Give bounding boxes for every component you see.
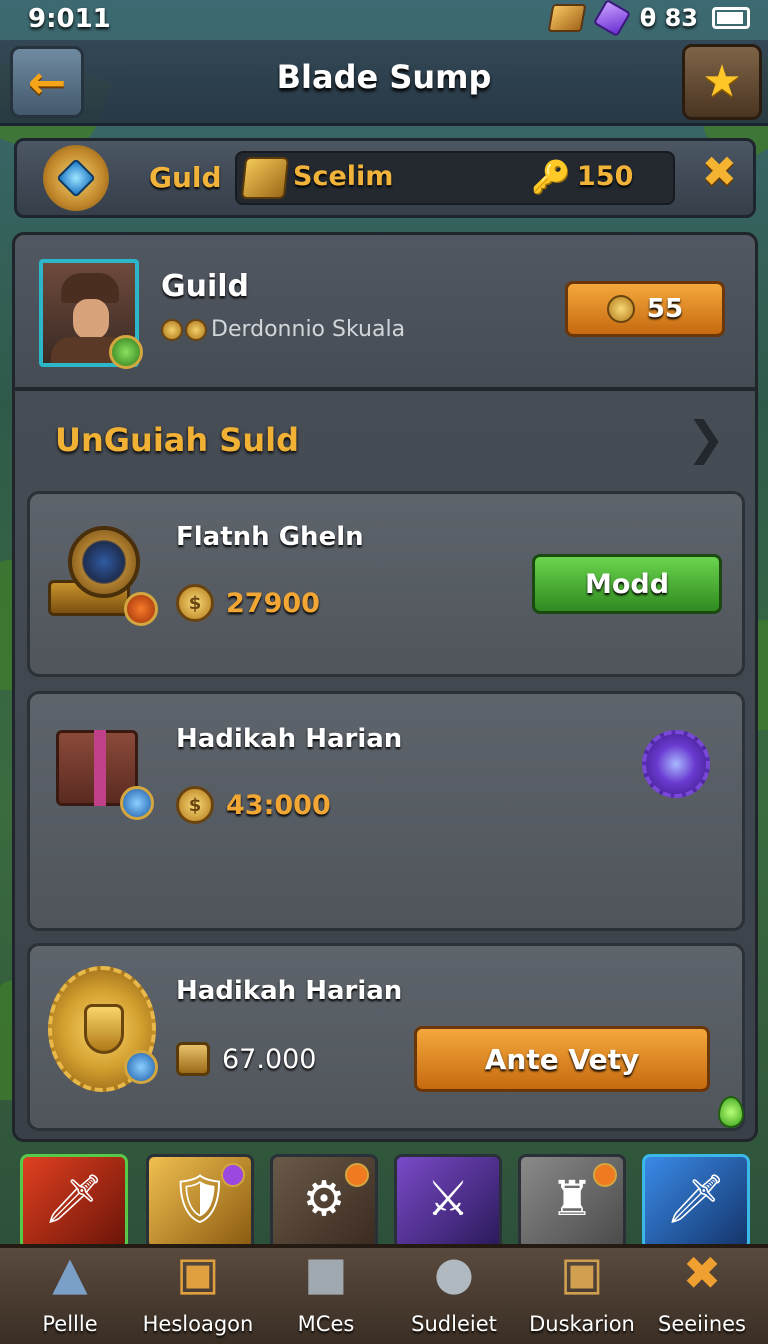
- profile-name: Guild: [161, 269, 250, 304]
- chest-icon: ▣: [176, 1246, 220, 1300]
- profile-subtitle-row: Derdonnio Skuala: [161, 317, 405, 342]
- clock: 9:011: [28, 4, 111, 34]
- coin-icon: $: [176, 786, 214, 824]
- offer-name: Hadikah Harian: [176, 976, 403, 1006]
- page-title: Blade Sump: [276, 58, 492, 96]
- guild-emblem-icon[interactable]: [43, 145, 109, 211]
- price-value: 27900: [226, 587, 320, 619]
- item-slot-6[interactable]: 🗡: [642, 1154, 750, 1250]
- coin-icon: [161, 318, 183, 341]
- crate-icon: ▣: [560, 1246, 604, 1300]
- guild-resource-field[interactable]: Scelim 🔑 150: [235, 151, 675, 205]
- coin-icon: [606, 295, 635, 323]
- resource-name: Scelim: [293, 161, 394, 192]
- purple-gear-icon[interactable]: [642, 730, 710, 798]
- section-title: UnGuiah Suld: [55, 421, 299, 459]
- modd-button[interactable]: Modd: [532, 554, 722, 614]
- nav-hesloagon[interactable]: ▣ Hesloagon: [134, 1248, 262, 1344]
- fire-sword-icon: 🗡: [43, 1171, 105, 1227]
- purple-gem-icon: [221, 1163, 245, 1187]
- profile-card: Guild Derdonnio Skuala 55: [15, 235, 755, 391]
- price-value: 67.000: [222, 1043, 317, 1075]
- item-row: 🗡 🛡 ⚙ ⚔ ♜ 🗡: [18, 1154, 758, 1250]
- nav-seeiines[interactable]: ✖ Seeiines: [638, 1248, 766, 1344]
- price-value: 43:000: [226, 789, 331, 821]
- top-header: ← Blade Sump ★: [0, 40, 768, 126]
- anvil-icon: ▲: [52, 1246, 88, 1300]
- item-slot-1[interactable]: 🗡: [20, 1154, 128, 1250]
- favorite-button[interactable]: ★: [682, 44, 762, 120]
- guild-label: Guld: [149, 161, 222, 194]
- leaf-badge-icon: [109, 335, 143, 369]
- scroll-icon: [176, 1042, 210, 1076]
- fire-badge-icon: [124, 592, 158, 626]
- offer-card-1[interactable]: Flatnh Gheln $ 27900 Modd: [27, 491, 745, 677]
- chevron-right-icon[interactable]: ❯: [686, 415, 725, 461]
- item-slot-2[interactable]: 🛡: [146, 1154, 254, 1250]
- status-bar: 9:011 θ 83: [0, 0, 768, 40]
- item-slot-4[interactable]: ⚔: [394, 1154, 502, 1250]
- cannon-icon: [44, 516, 158, 626]
- battery-level: θ 83: [639, 4, 698, 32]
- gold-chest-icon: [240, 157, 290, 199]
- profile-subtitle: Derdonnio Skuala: [211, 317, 406, 342]
- offer-name: Hadikah Harian: [176, 724, 403, 754]
- nav-label: Seeiines: [657, 1312, 746, 1336]
- coin-icon: [185, 318, 207, 341]
- nav-mces[interactable]: ■ MCes: [262, 1248, 390, 1344]
- item-slot-5[interactable]: ♜: [518, 1154, 626, 1250]
- offer-price: $ 27900: [176, 584, 320, 622]
- blue-gem-badge-icon: [120, 786, 154, 820]
- gold-bar-icon: [547, 4, 587, 32]
- key-icon: 🔑: [531, 158, 571, 196]
- resource-value: 150: [577, 161, 634, 192]
- crossed-swords-icon: ✖: [682, 1246, 722, 1300]
- offer-card-2[interactable]: Hadikah Harian $ 43:000: [27, 691, 745, 931]
- nav-label: MCes: [297, 1312, 355, 1336]
- close-icon[interactable]: ✖: [702, 151, 737, 193]
- ice-sword-icon: 🗡: [665, 1171, 727, 1227]
- green-drop-icon: [718, 1096, 744, 1128]
- offer-price: $ 43:000: [176, 786, 331, 824]
- battery-icon: [712, 7, 750, 29]
- item-slot-3[interactable]: ⚙: [270, 1154, 378, 1250]
- nav-sudleiet[interactable]: ● Sudleiet: [390, 1248, 518, 1344]
- gem-icon: [592, 0, 631, 38]
- ante-vety-button[interactable]: Ante Vety: [414, 1026, 710, 1092]
- coin-icon: $: [176, 584, 214, 622]
- nav-duskarion[interactable]: ▣ Duskarion: [518, 1248, 646, 1344]
- offer-card-3[interactable]: Hadikah Harian 67.000 Ante Vety: [27, 943, 745, 1131]
- purple-axe-icon: ⚔: [426, 1171, 470, 1227]
- guild-panel: Guild Derdonnio Skuala 55 UnGuiah Suld ❯…: [12, 232, 758, 1142]
- nav-pellle[interactable]: ▲ Pellle: [6, 1248, 134, 1344]
- block-icon: ■: [304, 1246, 348, 1300]
- fire-gem-icon: [345, 1163, 369, 1187]
- coin-balance-button[interactable]: 55: [565, 281, 725, 337]
- nav-label: Duskarion: [529, 1312, 635, 1336]
- star-icon: ★: [702, 56, 742, 107]
- gift-chest-icon: [54, 724, 154, 820]
- coin-balance: 55: [646, 294, 684, 324]
- bottom-nav: ▲ Pellle ▣ Hesloagon ■ MCes ● Sudleiet ▣…: [0, 1244, 768, 1344]
- offer-name: Flatnh Gheln: [176, 522, 364, 552]
- fire-gem-icon: [593, 1163, 617, 1187]
- nav-label: Pellle: [42, 1312, 98, 1336]
- blue-gem-badge-icon: [124, 1050, 158, 1084]
- guild-bar: Guld Scelim 🔑 150 ✖: [14, 138, 756, 218]
- offer-price: 67.000: [176, 1042, 316, 1076]
- nav-label: Hesloagon: [142, 1312, 254, 1336]
- nav-label: Sudleiet: [411, 1312, 497, 1336]
- rune-icon: ●: [433, 1246, 475, 1300]
